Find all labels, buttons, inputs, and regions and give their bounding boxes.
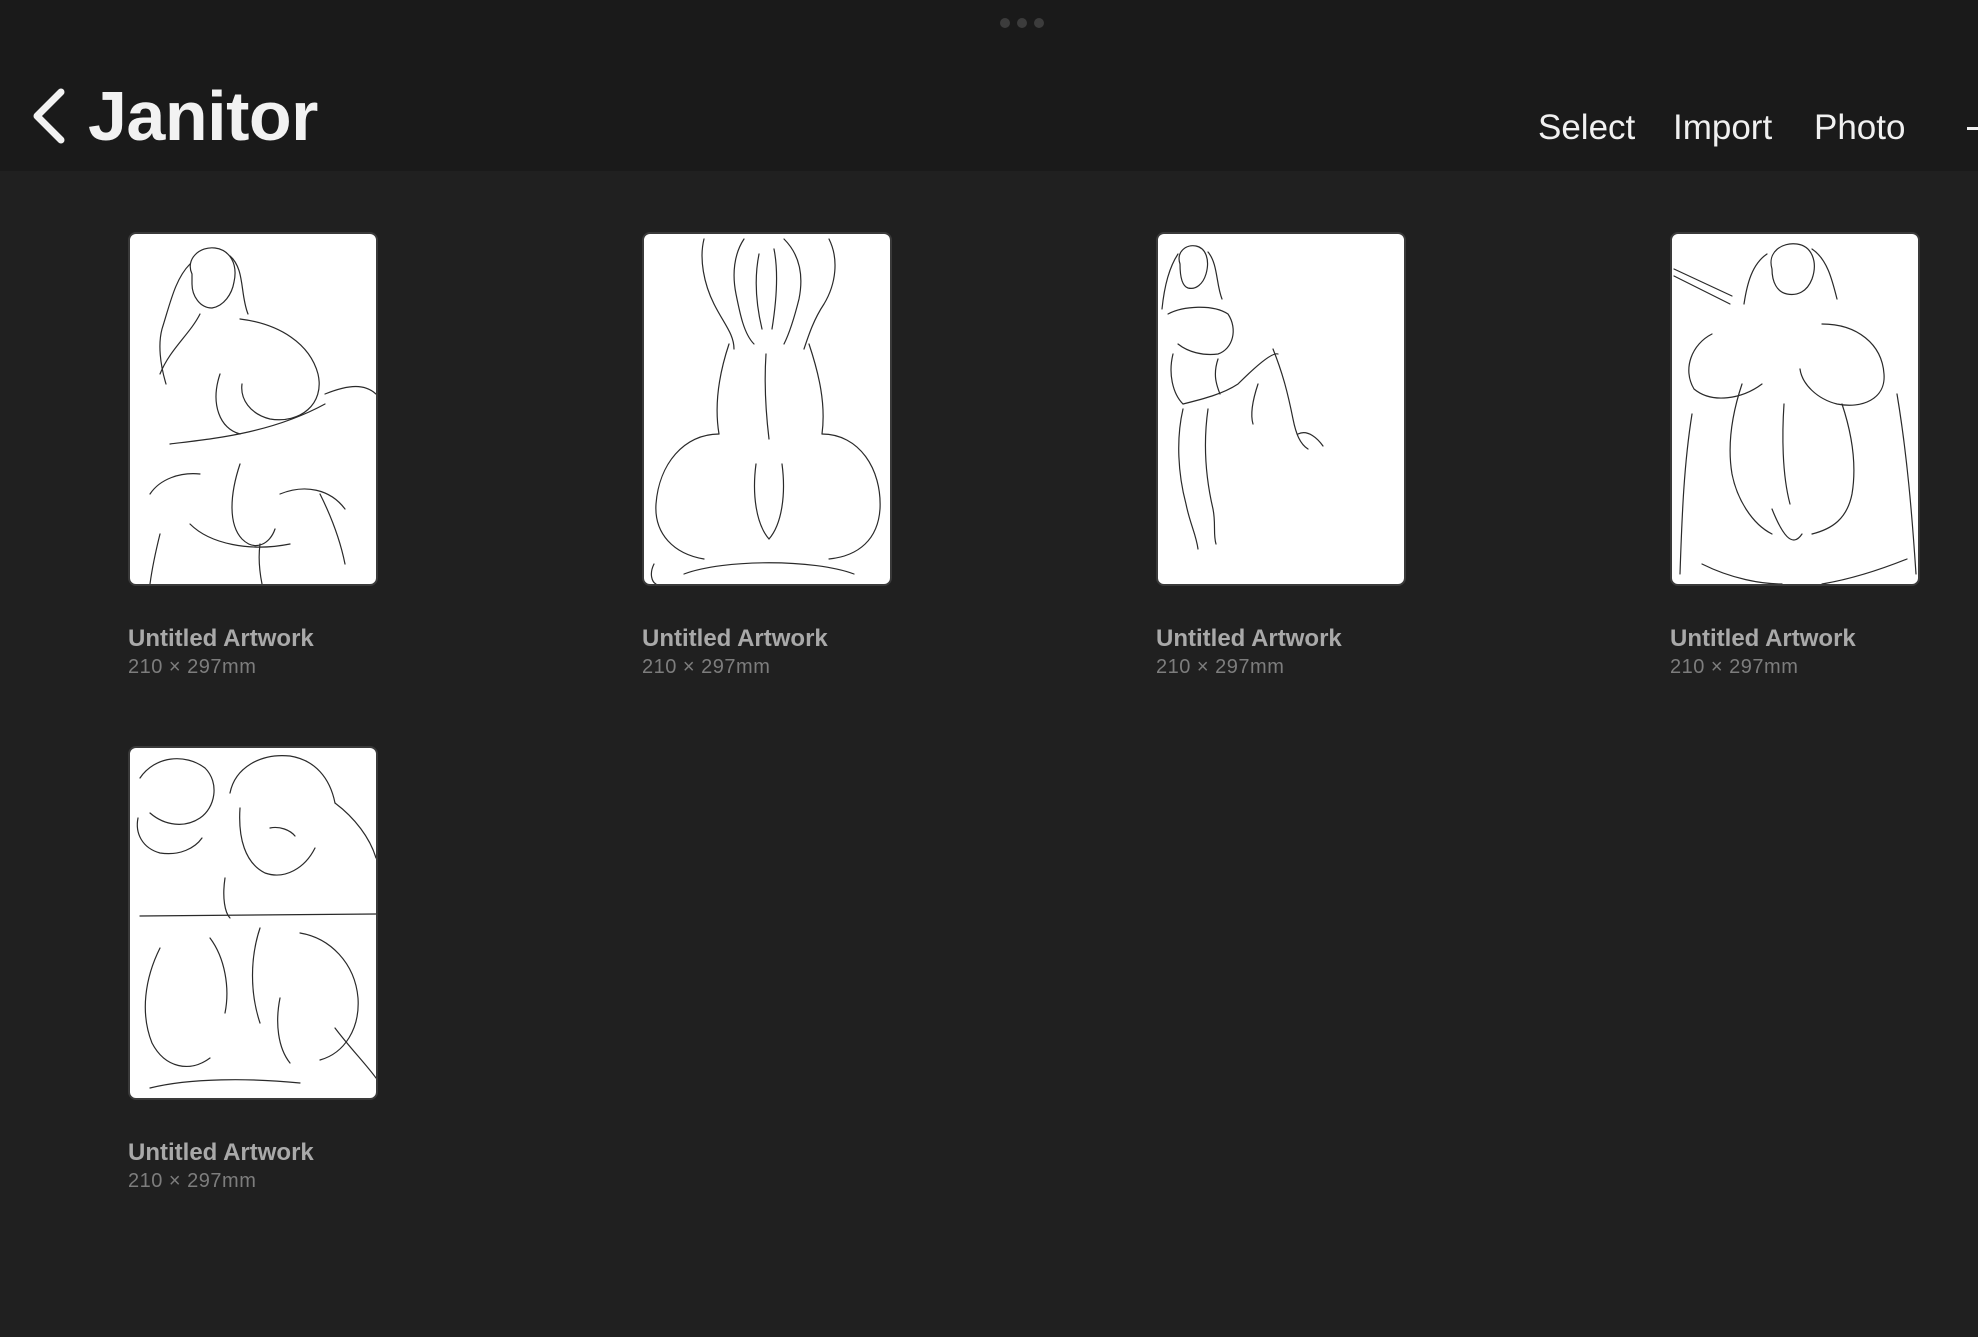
- sketch-thumbnail-5: [136, 755, 376, 1089]
- photo-button[interactable]: Photo: [1814, 106, 1905, 150]
- artwork-thumbnail[interactable]: [1670, 232, 1920, 586]
- chevron-left-icon: [33, 88, 65, 144]
- sketch-thumbnail-1: [149, 247, 376, 584]
- artwork-size: 210 × 297mm: [128, 1170, 257, 1192]
- artwork-title: Untitled Artwork: [642, 625, 828, 652]
- back-button[interactable]: [30, 86, 70, 146]
- import-button[interactable]: Import: [1673, 106, 1772, 150]
- gallery-screen: Janitor Select Import Photo Untitled Art…: [0, 0, 1978, 1337]
- artwork-title: Untitled Artwork: [1670, 625, 1856, 652]
- artwork-thumbnail[interactable]: [128, 232, 378, 586]
- sketch-thumbnail-3: [1161, 245, 1324, 550]
- new-canvas-plus-icon[interactable]: [1966, 120, 1978, 136]
- sketch-thumbnail-2: [650, 238, 881, 584]
- stack-title: Janitor: [88, 77, 318, 155]
- artwork-size: 210 × 297mm: [642, 656, 771, 678]
- artwork-thumbnail[interactable]: [128, 746, 378, 1100]
- artwork-thumbnail[interactable]: [1156, 232, 1406, 586]
- artwork-size: 210 × 297mm: [128, 656, 257, 678]
- artwork-title: Untitled Artwork: [1156, 625, 1342, 652]
- artwork-thumbnail[interactable]: [642, 232, 892, 586]
- sketch-thumbnail-4: [1673, 243, 1917, 584]
- multitasking-handle-icon[interactable]: [1000, 18, 1046, 28]
- select-button[interactable]: Select: [1538, 106, 1635, 150]
- artwork-title: Untitled Artwork: [128, 625, 314, 652]
- artwork-size: 210 × 297mm: [1156, 656, 1285, 678]
- artwork-size: 210 × 297mm: [1670, 656, 1799, 678]
- artwork-title: Untitled Artwork: [128, 1139, 314, 1166]
- top-bar: Janitor Select Import Photo: [0, 0, 1978, 171]
